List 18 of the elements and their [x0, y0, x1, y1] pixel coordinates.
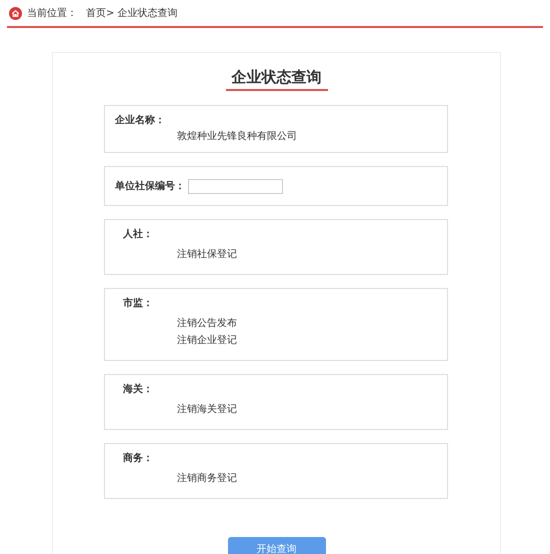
- status-text: 注销海关登记: [177, 402, 238, 416]
- section-label: 海关：: [123, 382, 154, 396]
- section-label: 商务：: [123, 451, 154, 465]
- section-label: 人社：: [123, 228, 154, 241]
- field-label: 单位社保编号：: [115, 180, 185, 193]
- section-label: 企业名称：: [115, 114, 166, 127]
- breadcrumb-path: 首页> 企业状态查询: [86, 6, 178, 20]
- page-title: 企业状态查询: [226, 67, 328, 91]
- home-icon: [9, 6, 22, 20]
- status-text: 注销企业登记: [177, 334, 238, 347]
- section-label: 市监：: [123, 296, 154, 310]
- input-field[interactable]: [188, 178, 283, 194]
- status-text: 敦煌种业先锋良种有限公司: [177, 130, 298, 143]
- breadcrumb-label: 当前位置：: [27, 6, 77, 20]
- query-button[interactable]: 开始查询: [228, 537, 326, 554]
- status-text: 注销社保登记: [177, 248, 238, 261]
- status-text: 注销公告发布: [177, 316, 238, 330]
- status-text: 注销商务登记: [177, 472, 238, 485]
